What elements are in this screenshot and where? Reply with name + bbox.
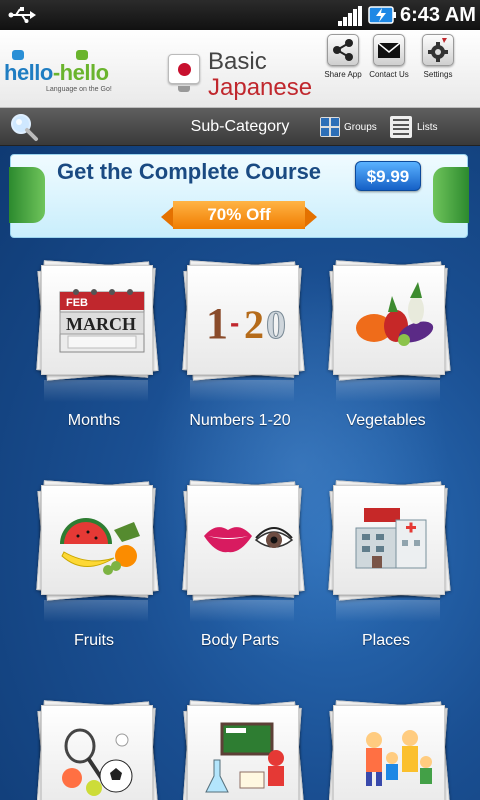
lips-eye-icon [204, 527, 294, 553]
calendar-icon: FEB MARCH [59, 289, 145, 353]
speech-bubble-icon [12, 50, 24, 60]
groups-button[interactable]: Groups [320, 115, 377, 139]
settings-icon [422, 34, 454, 66]
share-app-label: Share App [324, 70, 362, 79]
list-icon [390, 116, 412, 138]
hello-hello-logo: hello-hello Language on the Go! [4, 50, 122, 102]
lists-button[interactable]: Lists [390, 115, 438, 139]
category-tile-vegetables[interactable]: Vegetables [316, 260, 456, 462]
clock: 6:43 AM [400, 4, 476, 26]
category-tile-science[interactable] [170, 700, 310, 800]
logo-tagline: Language on the Go! [46, 86, 112, 93]
science-news-icon [205, 722, 284, 793]
calendar-month-main: MARCH [66, 314, 136, 334]
course-title-line1: Basic [208, 48, 267, 75]
japan-flag-icon [168, 54, 200, 84]
price-badge[interactable]: $9.99 [355, 161, 421, 191]
promo-headline: Get the Complete Course [57, 159, 322, 184]
calendar-month-top: FEB [66, 297, 88, 309]
signal-icon [338, 6, 362, 26]
vegetables-icon [356, 282, 434, 346]
category-tile-places[interactable]: Places [316, 480, 456, 682]
brand-text: hello [59, 60, 109, 85]
grid-icon [320, 117, 340, 137]
category-label: Places [361, 632, 411, 649]
brand-text: hello [4, 60, 53, 85]
settings-button[interactable]: Settings [413, 34, 463, 106]
magnifier-icon[interactable] [8, 112, 40, 142]
sports-balls-icon [62, 728, 133, 796]
ribbon-right [433, 167, 469, 223]
share-app-button[interactable]: Share App [318, 34, 368, 106]
category-label: Fruits [74, 632, 114, 649]
contact-us-button[interactable]: Contact Us [364, 34, 414, 106]
usb-icon [8, 7, 36, 23]
app-header: hello-hello Language on the Go! Basic Ja… [0, 30, 480, 108]
toolbar: Sub-Category Groups Lists [0, 108, 480, 146]
brand-hyphen: - [52, 60, 60, 85]
groups-label: Groups [344, 121, 377, 133]
number-digit: 1 [206, 299, 228, 348]
contact-us-label: Contact Us [369, 70, 409, 79]
promo-banner[interactable]: Get the Complete Course $9.99 70% Off [9, 154, 469, 238]
family-icon [366, 730, 432, 786]
number-digit: 0 [266, 302, 286, 347]
ribbon-left [9, 167, 45, 223]
category-tile-months[interactable]: FEB MARCH Months [24, 260, 164, 462]
envelope-icon [373, 34, 405, 66]
speech-bubble-icon [76, 50, 88, 60]
page-title: Sub-Category [190, 118, 290, 135]
category-grid-area: Get the Complete Course $9.99 70% Off FE… [0, 146, 480, 800]
number-digit: 2 [244, 302, 264, 347]
buildings-icon [355, 508, 427, 569]
discount-label: 70% Off [173, 201, 305, 229]
category-tile-numbers[interactable]: 1 - 2 0 Numbers 1-20 [170, 260, 310, 462]
lists-label: Lists [417, 121, 438, 133]
settings-label: Settings [423, 70, 453, 79]
category-label: Months [67, 412, 121, 429]
fruits-icon [60, 518, 140, 575]
share-icon [327, 34, 359, 66]
category-tile-body-parts[interactable]: Body Parts [170, 480, 310, 682]
number-dash: - [230, 307, 239, 338]
category-label: Vegetables [346, 412, 426, 429]
numbers-icon: 1 - 2 0 [206, 299, 287, 348]
category-label: Numbers 1-20 [189, 412, 291, 429]
battery-charging-icon [368, 6, 396, 24]
category-tile-sports[interactable] [24, 700, 164, 800]
category-tile-fruits[interactable]: Fruits [24, 480, 164, 682]
course-title: Basic Japanese [166, 46, 316, 102]
status-bar: 6:43 AM [0, 0, 480, 30]
discount-ribbon: 70% Off [161, 201, 317, 229]
category-label: Body Parts [200, 632, 280, 649]
category-tile-family[interactable] [316, 700, 456, 800]
course-title-line2: Japanese [208, 74, 313, 101]
